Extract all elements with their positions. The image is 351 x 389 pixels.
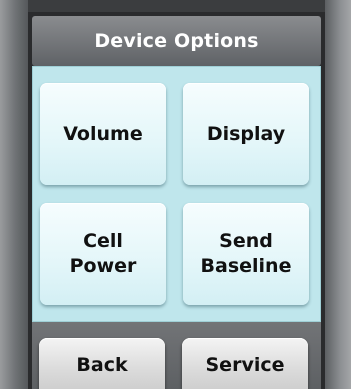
service-button[interactable]: Service (182, 338, 308, 389)
device-bezel-top (0, 0, 351, 12)
page-title: Device Options (94, 30, 259, 52)
softkey-bar: Back Service (32, 322, 321, 389)
device-bezel-left (0, 0, 28, 389)
back-button[interactable]: Back (39, 338, 165, 389)
device-bezel-right (325, 0, 351, 389)
display-button[interactable]: Display (183, 83, 309, 185)
options-panel: Volume Display Cell Power Send Baseline (32, 66, 321, 322)
title-bar: Device Options (32, 16, 321, 66)
cell-power-button[interactable]: Cell Power (40, 203, 166, 305)
volume-button[interactable]: Volume (40, 83, 166, 185)
device-screen: Device Options Volume Display Cell Power… (28, 12, 325, 389)
send-baseline-button[interactable]: Send Baseline (183, 203, 309, 305)
